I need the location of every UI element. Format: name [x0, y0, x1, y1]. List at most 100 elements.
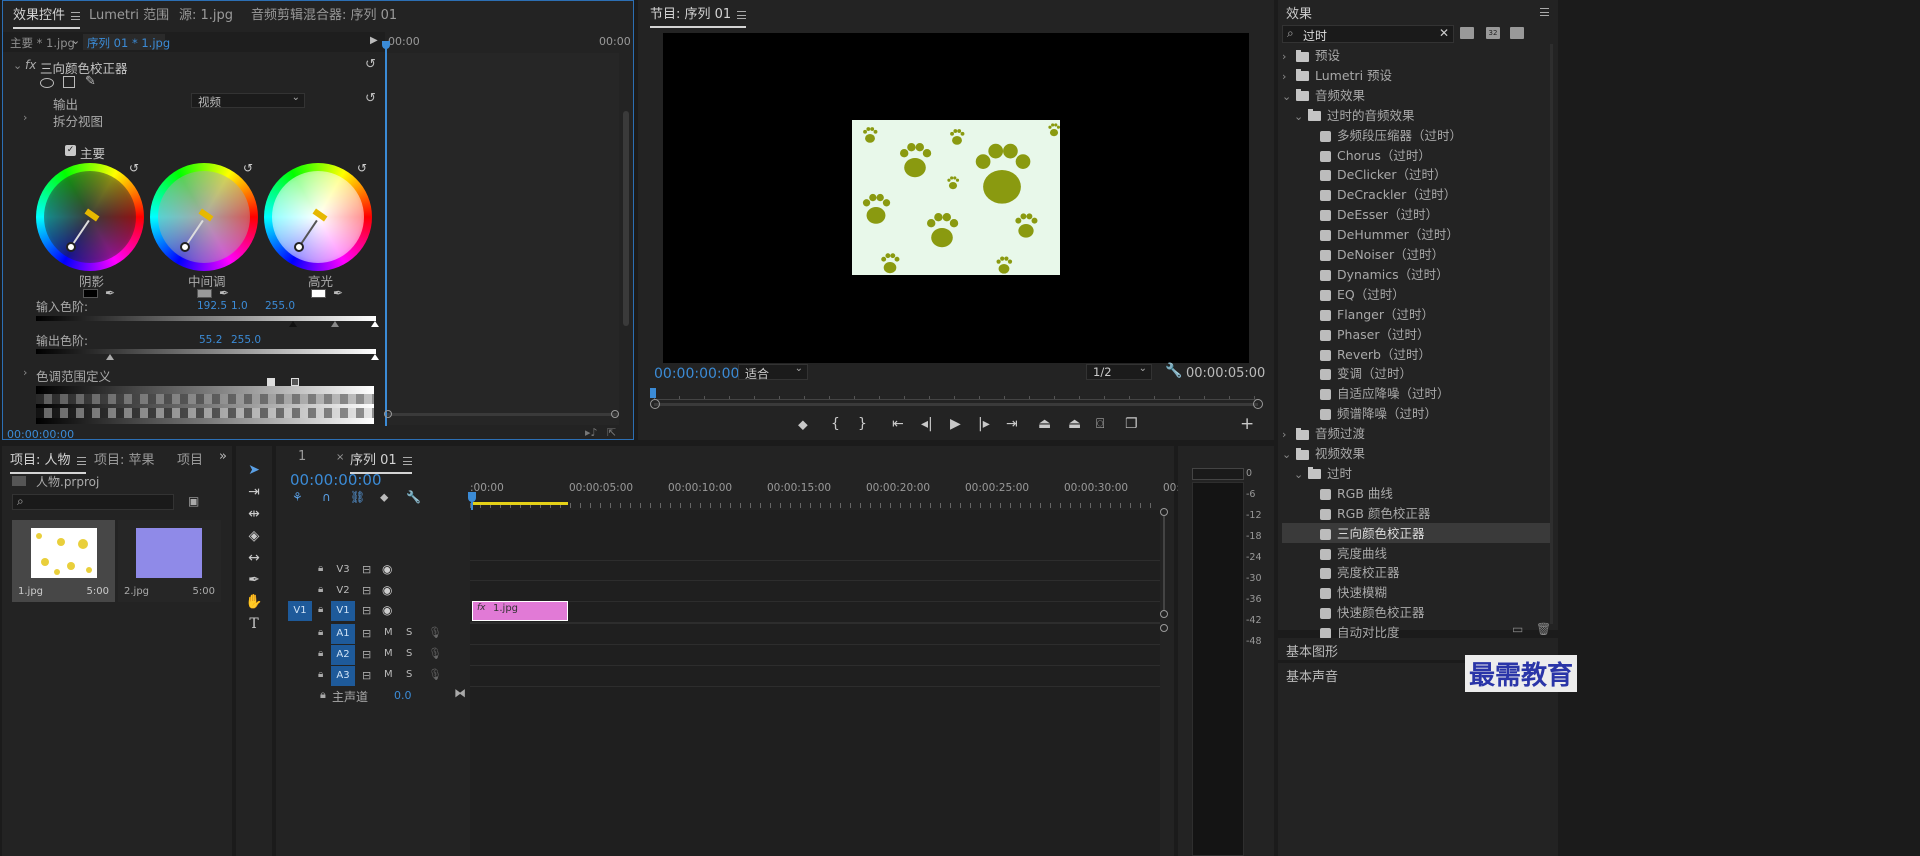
solo-button[interactable]: S [406, 627, 412, 638]
tab-sequence-01[interactable]: 序列 01 [350, 449, 412, 474]
tab-source[interactable]: 源: 1.jpg [179, 4, 233, 23]
mute-button[interactable]: M [384, 669, 393, 680]
track-label[interactable]: A2 [331, 645, 355, 665]
input-level-black[interactable]: 192.5 [197, 300, 227, 312]
effects-item[interactable]: EQ（过时） [1282, 284, 1550, 304]
new-bin-icon[interactable]: ▣ [188, 494, 199, 508]
zoom-handle[interactable] [611, 410, 619, 418]
lock-icon[interactable]: 🔒︎ [318, 604, 323, 615]
fx-name[interactable]: 三向颜色校正器 [40, 58, 128, 77]
audio-track-header[interactable]: 🔒︎ A3 ⊟ M S 🎙︎ [276, 666, 468, 686]
chevron-down-icon[interactable]: ⌄ [1282, 448, 1292, 461]
add-marker-icon[interactable]: ⬥ [798, 417, 808, 433]
sync-lock-icon[interactable]: ⊟ [362, 604, 371, 617]
effects-item[interactable]: 频谱降噪（过时） [1282, 403, 1550, 423]
effects-item[interactable]: Dynamics（过时） [1282, 264, 1550, 284]
effects-item[interactable]: DeCrackler（过时） [1282, 184, 1550, 204]
track-label[interactable]: V3 [331, 560, 355, 580]
effects-item[interactable]: 自适应降噪（过时） [1282, 383, 1550, 403]
ripple-edit-tool-icon[interactable]: ⇹ [244, 504, 264, 524]
zoom-handle[interactable] [650, 399, 660, 409]
midtones-swatch[interactable] [197, 289, 212, 298]
sync-lock-icon[interactable]: ⊟ [362, 584, 371, 597]
delete-icon[interactable]: 🗑 [1536, 622, 1551, 636]
effects-folder[interactable]: ⌄ 过时 [1282, 463, 1550, 483]
effects-item[interactable]: DeHummer（过时） [1282, 224, 1550, 244]
play-icon[interactable]: ▶ [950, 416, 961, 432]
ec-scrollbar[interactable] [623, 111, 629, 326]
tonal-handle[interactable] [291, 378, 299, 386]
mark-in-icon[interactable]: { [831, 416, 840, 432]
linked-selection-icon[interactable]: ⛓ [350, 490, 365, 504]
ec-timecode[interactable]: 00:00:00:00 [7, 428, 74, 441]
program-timecode[interactable]: 00:00:00:00 [654, 366, 739, 382]
track-label[interactable]: V1 [331, 601, 355, 621]
clip-thumb-2[interactable]: 2.jpg 5:00 [118, 520, 221, 602]
eyedropper-icon[interactable]: ✒ [333, 286, 343, 300]
new-folder-icon[interactable]: ▭ [1512, 622, 1523, 636]
output-levels-slider[interactable] [36, 349, 376, 354]
extract-icon[interactable]: ⏏ [1068, 416, 1081, 432]
effects-folder[interactable]: ⌄ 过时的音频效果 [1282, 105, 1550, 125]
vscroll-handle[interactable] [1160, 508, 1168, 516]
lock-icon[interactable]: 🔒︎ [318, 648, 323, 659]
mic-icon[interactable]: 🎙︎ [428, 668, 442, 681]
compare-view-icon[interactable]: ❐ [1125, 416, 1138, 432]
tab-audio-clip-mixer[interactable]: 音频剪辑混合器: 序列 01 [251, 4, 397, 23]
effects-item[interactable]: 亮度曲线 [1282, 543, 1550, 563]
effects-folder[interactable]: › 音频过渡 [1282, 423, 1550, 443]
output-level-white[interactable]: 255.0 [231, 334, 261, 346]
timeline-timecode[interactable]: 00:00:00:00 [290, 471, 382, 489]
solo-button[interactable]: S [406, 648, 412, 659]
export-icon[interactable]: ▸♪ [585, 426, 598, 439]
work-area-bar[interactable] [472, 502, 568, 505]
timeline-clip-1[interactable]: fx 1.jpg [472, 601, 568, 621]
tab-sequence-1[interactable]: 1 [298, 449, 306, 464]
vscroll-handle[interactable] [1160, 624, 1168, 632]
step-forward-icon[interactable]: |▸ [978, 416, 990, 432]
effects-item[interactable]: 快速颜色校正器 [1282, 602, 1550, 622]
hand-tool-icon[interactable]: ✋ [244, 592, 264, 612]
sync-lock-icon[interactable]: ⊟ [362, 563, 371, 576]
video-track-header[interactable]: V1 🔒︎ V1 ⊟ ◉ [276, 601, 468, 621]
slip-tool-icon[interactable]: ↔ [244, 548, 264, 568]
effects-item[interactable]: 三向颜色校正器 [1282, 522, 1550, 543]
fit-select[interactable]: 适合 ⌄ [738, 363, 808, 381]
chevron-right-icon[interactable]: › [1282, 428, 1292, 441]
lock-icon[interactable]: 🔒︎ [318, 563, 323, 574]
tab-project-people[interactable]: 项目: 人物 [10, 449, 86, 474]
video-track-header[interactable]: 🔒︎ V2 ⊟ ◉ [276, 581, 468, 601]
effects-item[interactable]: 亮度校正器 [1282, 562, 1550, 582]
share-icon[interactable]: ⇱ [607, 426, 616, 439]
mic-icon[interactable]: 🎙︎ [428, 647, 442, 660]
effects-item[interactable]: Phaser（过时） [1282, 324, 1550, 344]
lock-icon[interactable]: 🔒︎ [318, 669, 323, 680]
mute-button[interactable]: M [384, 648, 393, 659]
highlights-swatch[interactable] [311, 289, 326, 298]
input-level-white[interactable]: 255.0 [265, 300, 295, 312]
effects-item[interactable]: RGB 颜色校正器 [1282, 503, 1550, 523]
wrench-icon[interactable]: 🔧 [1165, 363, 1182, 379]
eyedropper-icon[interactable]: ✒ [219, 286, 229, 300]
program-title[interactable]: 节目: 序列 01 [650, 3, 747, 28]
accelerated-effects-icon[interactable] [1460, 27, 1474, 39]
track-label[interactable]: V2 [331, 581, 355, 601]
32-bit-icon[interactable]: 32 [1486, 27, 1500, 39]
master-checkbox[interactable]: ✓ [65, 145, 76, 156]
go-to-end-icon[interactable]: ⧓ [454, 686, 466, 700]
tab-project[interactable]: 项目 [177, 449, 203, 468]
sync-lock-icon[interactable]: ⊟ [362, 627, 371, 640]
effects-item[interactable]: RGB 曲线 [1282, 483, 1550, 503]
tab-lumetri-scopes[interactable]: Lumetri 范围 [89, 4, 169, 23]
snap-icon[interactable]: ∩ [322, 490, 331, 504]
chevron-down-icon[interactable]: ⌄ [1294, 110, 1304, 123]
lock-icon[interactable]: 🔒︎ [318, 584, 323, 595]
effects-search-input[interactable]: 过时 [1303, 27, 1327, 44]
output-select[interactable]: 视频 ⌄ [191, 92, 305, 109]
track-label[interactable]: A3 [331, 666, 355, 686]
effects-item[interactable]: DeClicker（过时） [1282, 164, 1550, 184]
add-marker-icon[interactable]: ⬥ [380, 490, 388, 505]
sync-lock-icon[interactable]: ⊟ [362, 648, 371, 661]
zoom-handle[interactable] [1253, 399, 1263, 409]
program-ruler[interactable] [654, 390, 1258, 400]
